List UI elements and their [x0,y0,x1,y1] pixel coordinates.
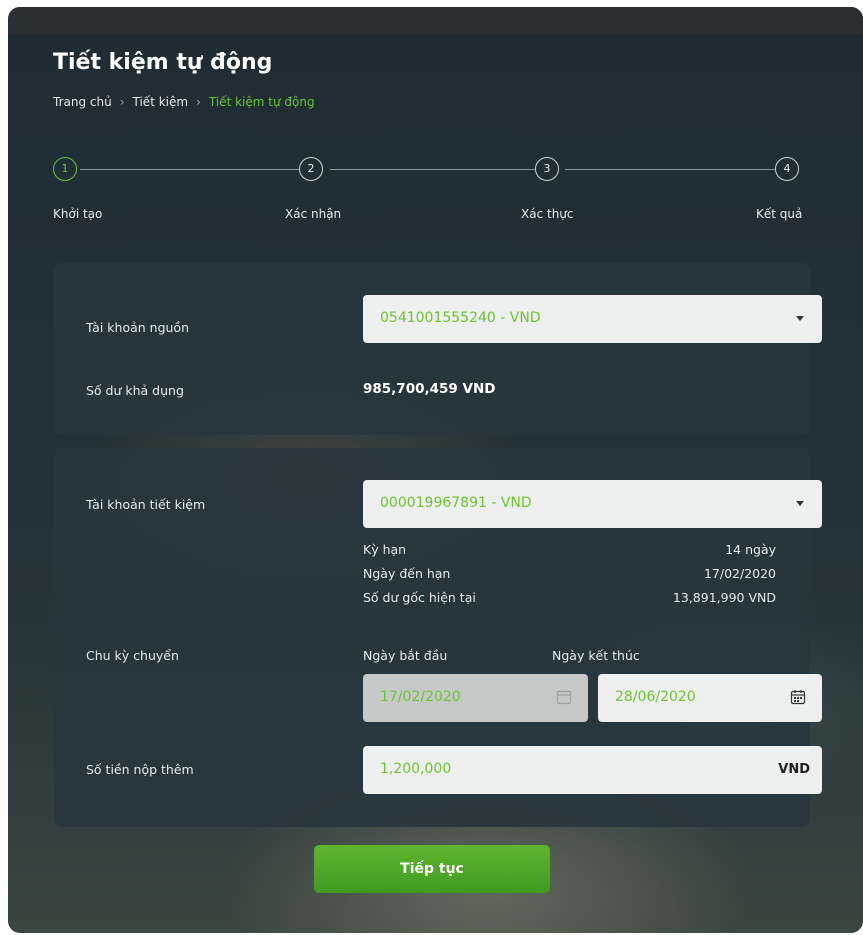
top-bar [8,7,863,35]
balance-label: Số dư khả dụng [86,383,184,398]
savings-account-label: Tài khoản tiết kiệm [86,497,206,512]
breadcrumb: Trang chủ › Tiết kiệm › Tiết kiệm tự động [53,95,315,109]
savings-account-value: 000019967891 - VND [380,495,532,511]
breadcrumb-current: Tiết kiệm tự động [208,95,315,109]
calendar-icon[interactable] [790,689,806,705]
step-3-label: Xác thực [521,207,574,221]
maturity-date-value: 17/02/2020 [703,566,776,581]
breadcrumb-separator: › [119,95,125,109]
end-date-label: Ngày kết thúc [552,648,640,663]
savings-account-card: Tài khoản tiết kiệm 000019967891 - VND K… [54,448,822,827]
step-4-circle: 4 [775,157,799,181]
source-account-select[interactable]: 0541001555240 - VND [363,295,822,343]
step-3-circle: 3 [535,157,559,181]
start-date-value: 17/02/2020 [380,689,461,705]
step-2-label: Xác nhận [285,207,342,221]
balance-value: 985,700,459 VND [363,381,496,397]
end-date-value: 28/06/2020 [615,689,696,705]
breadcrumb-separator: › [196,95,201,109]
step-2-circle: 2 [299,157,323,181]
breadcrumb-home[interactable]: Trang chủ [53,95,112,109]
calendar-icon [556,690,572,705]
continue-button[interactable]: Tiếp tục [314,845,550,893]
stepper-line [565,169,775,170]
transfer-cycle-label: Chu kỳ chuyển [86,648,179,663]
start-date-field: 17/02/2020 [363,674,588,722]
additional-amount-input[interactable]: 1,200,000 VND [363,746,822,794]
chevron-down-icon [796,501,804,506]
breadcrumb-savings[interactable]: Tiết kiệm [133,95,189,109]
end-date-field[interactable]: 28/06/2020 [598,674,822,722]
currency-label: VND [778,762,810,777]
step-1-label: Khởi tạo [53,207,103,221]
principal-balance-label: Số dư gốc hiện tại [363,590,476,605]
source-account-value: 0541001555240 - VND [380,310,541,326]
source-account-card: Tài khoản nguồn 0541001555240 - VND Số d… [54,263,822,435]
chevron-down-icon [796,316,804,321]
additional-amount-label: Số tiền nộp thêm [86,762,194,777]
additional-amount-value: 1,200,000 [380,761,452,777]
start-date-label: Ngày bắt đầu [363,648,448,663]
principal-balance-value: 13,891,990 VND [672,590,776,605]
page-title: Tiết kiệm tự động [53,50,273,75]
source-account-label: Tài khoản nguồn [86,320,189,335]
savings-account-select[interactable]: 000019967891 - VND [363,480,822,528]
stepper-line [80,169,299,170]
step-1-circle: 1 [53,157,77,181]
term-label: Kỳ hạn [363,542,407,557]
step-4-label: Kết quả [756,207,803,221]
term-value: 14 ngày [725,542,776,557]
stepper-line [330,169,535,170]
app-window: Tiết kiệm tự động Trang chủ › Tiết kiệm › Ti… [8,7,863,933]
maturity-date-label: Ngày đến hạn [363,566,451,581]
